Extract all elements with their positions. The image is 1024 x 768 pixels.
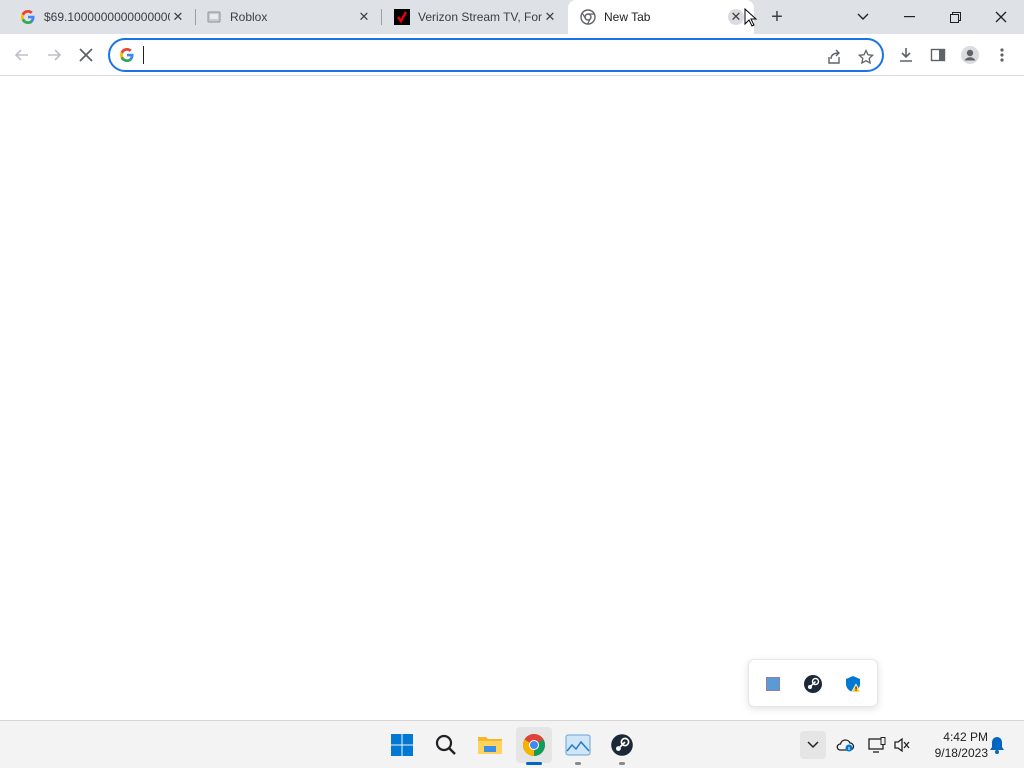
clock-date: 9/18/2023 <box>934 746 988 760</box>
search-icon[interactable] <box>428 727 464 763</box>
onedrive-info-icon[interactable] <box>833 733 857 757</box>
address-bar[interactable] <box>108 38 884 72</box>
tab-strip: $69.10000000000000000 ✕ Roblox ✕ Verizon… <box>0 0 1024 34</box>
roblox-icon <box>206 9 222 25</box>
text-caret <box>143 46 144 64</box>
window-close-icon[interactable] <box>978 0 1024 34</box>
folder-icon[interactable] <box>472 727 508 763</box>
profile-icon[interactable] <box>954 39 986 71</box>
clock-time: 4:42 PM <box>943 730 988 744</box>
defender-warning-icon[interactable] <box>841 672 865 696</box>
photos-icon[interactable] <box>560 727 596 765</box>
chrome-icon[interactable] <box>516 727 552 765</box>
app-square-icon[interactable] <box>761 672 785 696</box>
google-g-icon <box>20 9 36 25</box>
tab-close-icon[interactable]: ✕ <box>542 9 558 25</box>
browser-toolbar <box>0 34 1024 76</box>
address-input[interactable] <box>142 45 822 65</box>
stop-loading-icon[interactable] <box>70 39 102 71</box>
mouse-cursor-icon <box>744 7 758 28</box>
verizon-check-icon <box>394 9 410 25</box>
running-app-indicator <box>619 762 625 765</box>
tab-close-icon[interactable]: ✕ <box>356 9 372 25</box>
tab-close-icon[interactable]: ✕ <box>728 9 744 25</box>
steam-icon[interactable] <box>604 727 640 765</box>
google-g-icon <box>120 48 136 64</box>
tab-verizon[interactable]: Verizon Stream TV, For ✕ <box>382 0 568 34</box>
taskbar: 4:42 PM 9/18/2023 <box>0 720 1024 768</box>
tab-title: Roblox <box>230 10 268 24</box>
menu-icon[interactable] <box>986 39 1018 71</box>
restore-icon[interactable] <box>932 0 978 34</box>
tab-title: New Tab <box>604 10 651 24</box>
display-icon[interactable] <box>865 733 889 757</box>
sound-muted-icon[interactable] <box>890 733 914 757</box>
running-app-indicator <box>575 762 581 765</box>
notification-bell-icon[interactable] <box>985 733 1009 757</box>
side-panel-icon[interactable] <box>922 39 954 71</box>
show-hidden-icons-chevron[interactable] <box>800 731 826 759</box>
download-icon[interactable] <box>890 39 922 71</box>
bookmark-star-icon[interactable] <box>854 45 878 69</box>
steam-icon[interactable] <box>801 672 825 696</box>
page-content <box>0 77 1024 720</box>
tab-new-tab[interactable]: New Tab ✕ <box>568 0 754 34</box>
share-icon[interactable] <box>822 45 846 69</box>
active-app-indicator <box>526 762 542 765</box>
tab-title: $69.10000000000000000 <box>44 10 170 24</box>
back-icon[interactable] <box>6 39 38 71</box>
forward-icon[interactable] <box>38 39 70 71</box>
tab-google-search[interactable]: $69.10000000000000000 ✕ <box>0 0 196 34</box>
hidden-icons-flyout <box>748 659 878 707</box>
minimize-icon[interactable] <box>886 0 932 34</box>
windows-start-icon[interactable] <box>384 727 420 763</box>
new-tab-button[interactable]: + <box>765 5 789 29</box>
search-tabs-icon[interactable] <box>840 0 886 34</box>
tab-title: Verizon Stream TV, For <box>418 10 542 24</box>
chrome-newtab-icon <box>580 9 596 25</box>
tab-roblox[interactable]: Roblox ✕ <box>196 0 382 34</box>
system-clock[interactable]: 4:42 PM 9/18/2023 <box>918 729 988 761</box>
tab-close-icon[interactable]: ✕ <box>170 9 186 25</box>
